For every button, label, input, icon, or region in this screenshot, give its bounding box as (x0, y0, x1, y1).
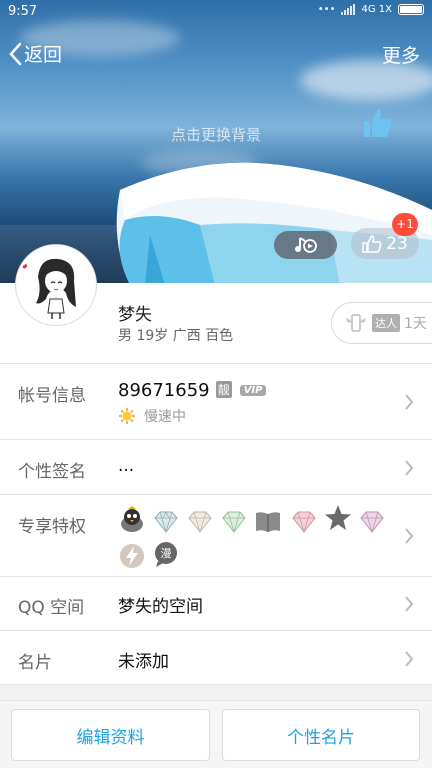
status-icons: ••• 4G 1X (318, 4, 424, 15)
qzone-label: QQ 空间 (18, 598, 85, 618)
signature-label: 个性签名 (18, 462, 86, 482)
qzone-value: 梦失的空间 (118, 597, 203, 617)
privileges-label: 专享特权 (18, 517, 86, 537)
status-bar: 9:57 ••• 4G 1X (0, 0, 432, 26)
age: 19岁 (136, 328, 169, 344)
sun-level-icon (119, 408, 135, 424)
pink-diamond-icon (292, 511, 316, 534)
city: 百色 (205, 328, 234, 344)
like-plus-badge: +1 (392, 213, 418, 236)
card-row[interactable]: 名片 未添加 (0, 630, 432, 685)
chevron-right-icon (405, 651, 414, 667)
account-number-line: 89671659 靓 VIP (118, 380, 267, 401)
signature-row[interactable]: 个性签名 ... (0, 439, 432, 494)
province: 广西 (172, 328, 201, 344)
status-time: 9:57 (8, 4, 38, 19)
like-count: 23 (386, 233, 408, 254)
chevron-right-icon (405, 460, 414, 476)
diamond-icon (188, 511, 212, 534)
cover-background[interactable]: 9:57 ••• 4G 1X 返回 更多 点击更换背景 23 +1 (0, 0, 432, 283)
diamond-icon (154, 511, 178, 534)
chevron-right-icon (405, 394, 414, 410)
book-icon (256, 512, 280, 532)
daren-tag: 达人 (372, 314, 400, 332)
thumbs-up-icon[interactable] (360, 106, 394, 140)
profile-meta: 男 19岁 广西 百色 (118, 325, 233, 345)
speed-text: 慢速中 (144, 409, 186, 425)
signal-icon (341, 4, 356, 15)
chat-bubble-icon: 漫 (155, 542, 177, 567)
account-info-row[interactable]: 帐号信息 89671659 靓 VIP (0, 363, 432, 439)
chevron-right-icon (405, 528, 414, 544)
pretty-number-badge: 靓 (215, 381, 232, 398)
battery-icon (398, 4, 424, 15)
account-number: 89671659 (118, 380, 210, 401)
pink-diamond-icon (360, 511, 384, 534)
star-icon (325, 505, 351, 530)
bottom-action-bar: 编辑资料 个性名片 (0, 700, 432, 768)
penguin-icon (121, 506, 143, 532)
music-button[interactable] (274, 231, 337, 259)
daren-badge-button[interactable]: 达人 1天 (331, 302, 432, 344)
back-label: 返回 (24, 44, 63, 66)
music-note-icon (294, 237, 317, 253)
personal-card-button[interactable]: 个性名片 (222, 709, 420, 761)
more-button[interactable]: 更多 (382, 41, 420, 68)
chevron-right-icon (405, 596, 414, 612)
signature-value: ... (118, 456, 135, 476)
daren-days: 1天 (404, 316, 427, 332)
nickname: 梦失 (118, 305, 152, 325)
svg-text:漫: 漫 (161, 546, 172, 560)
avatar-illustration (18, 247, 94, 323)
more-dots-icon: ••• (317, 4, 336, 15)
qzone-row[interactable]: QQ 空间 梦失的空间 (0, 576, 432, 630)
avatar[interactable] (16, 245, 96, 325)
network-type: 4G 1X (361, 4, 392, 15)
card-label: 名片 (18, 653, 52, 673)
chevron-left-icon (9, 42, 22, 65)
gender: 男 (118, 328, 132, 344)
diamond-icon (222, 511, 246, 534)
phone-wings-icon (346, 314, 366, 332)
vip-badge: VIP (239, 385, 267, 396)
thumbs-up-outline-icon (362, 234, 382, 253)
speed-status: 慢速中 (118, 406, 186, 426)
lightning-icon (120, 544, 144, 568)
account-info-label: 帐号信息 (18, 386, 86, 406)
card-value: 未添加 (118, 652, 169, 672)
edit-profile-button[interactable]: 编辑资料 (11, 709, 210, 761)
back-button[interactable]: 返回 (8, 40, 62, 67)
